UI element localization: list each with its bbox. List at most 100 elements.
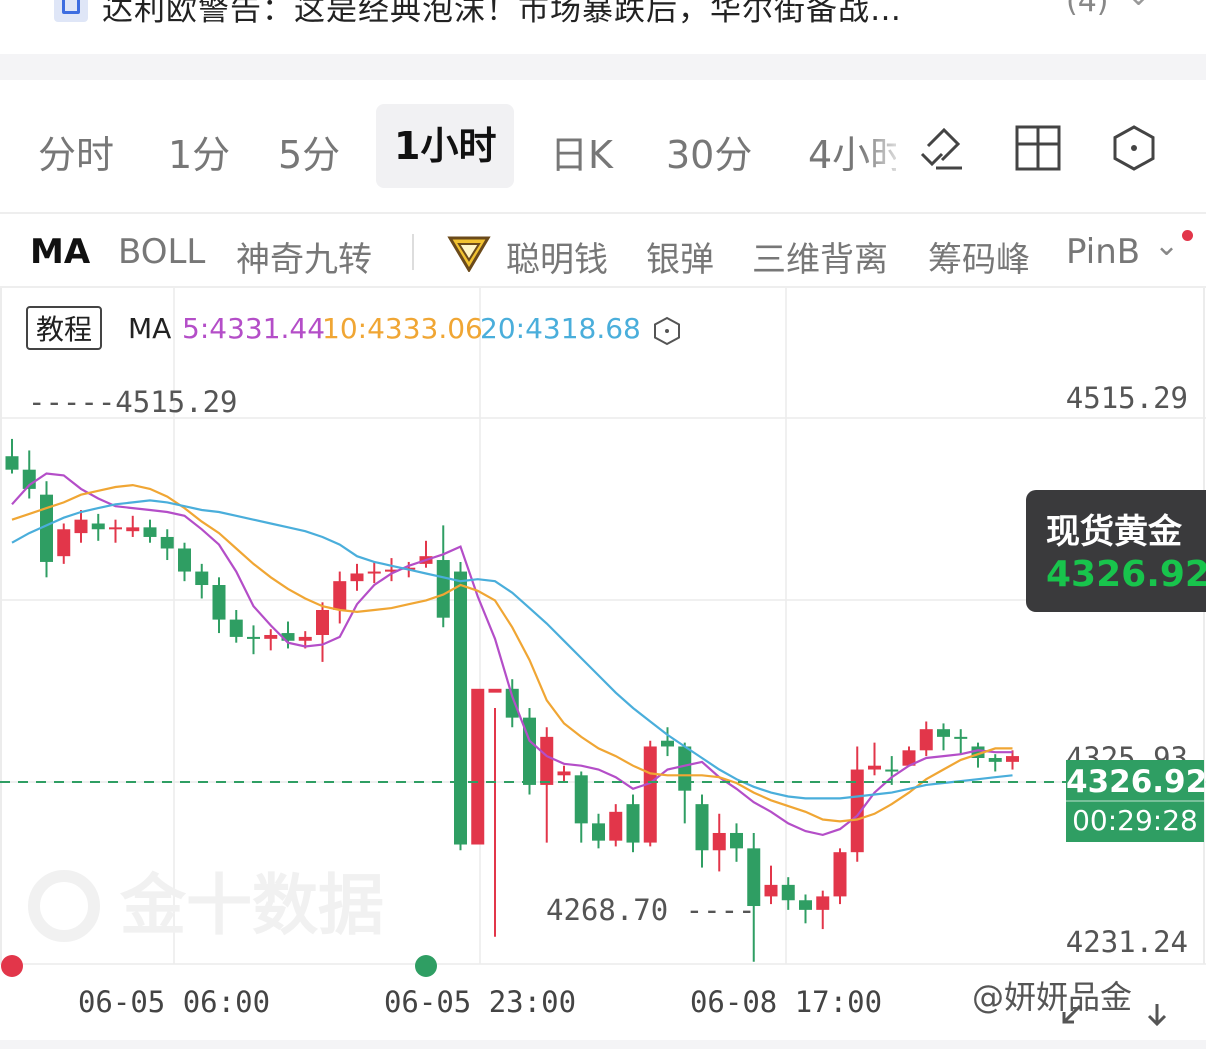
current-price-tag: 4326.92 00:29:28 [1066, 760, 1206, 842]
watermark-logo [28, 870, 100, 942]
candle-body [91, 523, 105, 530]
tab-period-30min[interactable]: 30分 [666, 124, 752, 179]
tab-ind-divergence[interactable]: 三维背离 [752, 232, 888, 281]
section-gap [0, 54, 1206, 80]
tab-ind-pinb[interactable]: PinB [1066, 232, 1144, 272]
candle-body [833, 852, 847, 897]
candle-body [781, 884, 795, 901]
candle-body [678, 746, 692, 791]
ma5-value: 5:4331.44 [182, 312, 326, 345]
candle-body [764, 884, 778, 897]
candle-body [868, 765, 881, 770]
candle-timer: 00:29:28 [1072, 804, 1198, 837]
candle-body [885, 769, 899, 772]
ma20-value: 20:4318.68 [480, 312, 641, 345]
candle-body [126, 527, 140, 532]
candle-body [609, 811, 623, 841]
candle-body [661, 740, 674, 747]
candle-body [350, 573, 364, 582]
candle-body [540, 736, 554, 785]
min-price-marker: 4268.70 ---- [546, 893, 756, 927]
spot-gold-tooltip: 现货黄金 4326.92 [1026, 490, 1206, 612]
tab-ind-smart-money[interactable]: 聪明钱 [506, 232, 608, 281]
chevron-down-icon[interactable]: ⌄ [1126, 0, 1151, 13]
tab-period-1min[interactable]: 1分 [168, 124, 230, 179]
candle-body [919, 729, 933, 751]
diamond-icon [447, 236, 491, 272]
candle-body [316, 609, 329, 635]
candle-body [367, 571, 381, 574]
candle-body [195, 571, 209, 586]
candle-body [298, 636, 312, 641]
candle-body [109, 527, 122, 530]
candle-body [57, 529, 71, 557]
candle-body [74, 519, 88, 534]
candle-body [695, 804, 709, 851]
candle-body [1006, 756, 1019, 762]
candle-body [5, 456, 19, 470]
notification-dot [1182, 230, 1193, 241]
spot-price: 4326.92 [1046, 554, 1206, 595]
news-title[interactable]: 达利欧警告：这是经典泡沫！市场暴跌后，华尔街备战… [102, 0, 902, 29]
tab-ind-boll[interactable]: BOLL [118, 232, 205, 272]
candle-body [937, 729, 950, 737]
tab-ind-silver-bullet[interactable]: 银弹 [646, 232, 714, 281]
candle-body [488, 688, 502, 693]
x-axis-tick: 06-08 17:00 [690, 985, 882, 1019]
candlestick-chart[interactable]: 金十数据4515.294325.934231.24-----4515.29426… [0, 288, 1206, 1049]
candle-body [954, 736, 968, 739]
tab-ind-chip-peak[interactable]: 筹码峰 [928, 232, 1030, 281]
ma-legend-label: MA [128, 312, 172, 345]
event-dot-red [1, 955, 23, 977]
candle-body [143, 527, 157, 537]
tab-ind-nine[interactable]: 神奇九转 [236, 232, 372, 281]
bottom-bar [0, 1040, 1206, 1049]
settings-hex-icon[interactable] [652, 316, 682, 346]
y-axis-label: 4231.24 [1066, 925, 1188, 959]
indicator-tab-bar: MA BOLL 神奇九转 聪明钱 银弹 三维背离 筹码峰 PinB ⌄ [0, 214, 1206, 288]
current-price: 4326.92 [1066, 764, 1206, 800]
news-count: (4) [1066, 0, 1109, 19]
tab-ind-ma[interactable]: MA [30, 232, 90, 272]
candle-body [454, 571, 467, 845]
divider [412, 234, 414, 270]
candle-body [264, 634, 278, 639]
ma10-value: 10:4333.06 [322, 312, 483, 345]
x-axis-tick: 06-05 23:00 [384, 985, 576, 1019]
candle-body [178, 548, 191, 572]
candle-body [799, 900, 812, 910]
spot-title: 现货黄金 [1046, 512, 1182, 552]
event-dot-green [415, 955, 437, 977]
x-axis-tick: 06-05 06:00 [78, 985, 270, 1019]
watermark: 金十数据 [119, 867, 384, 944]
candle-body [988, 758, 1002, 762]
candle-body [592, 823, 605, 841]
tab-period-1hour[interactable]: 1小时 [376, 104, 515, 188]
tab-fade [860, 110, 910, 190]
tab-period-5min[interactable]: 5分 [278, 124, 340, 179]
max-price-marker: -----4515.29 [28, 385, 238, 419]
candle-body [730, 832, 743, 849]
candle-body [333, 581, 347, 610]
candle-body [471, 688, 485, 845]
tab-period-timeshare[interactable]: 分时 [38, 124, 114, 179]
candle-body [643, 746, 657, 843]
divider [1066, 800, 1204, 802]
news-ticker[interactable]: 达利欧警告：这是经典泡沫！市场暴跌后，华尔街备战… (4) ⌄ [0, 0, 1206, 50]
scroll-down-icon[interactable] [1142, 1000, 1172, 1030]
chart-area[interactable]: 金十数据 4515.29 4325.93 4231.24 -----4515.29 426… [0, 288, 1206, 1049]
candle-body [712, 832, 726, 851]
candle-body [436, 560, 450, 618]
layout-grid-icon[interactable] [1014, 124, 1062, 172]
tab-period-day[interactable]: 日K [550, 124, 613, 179]
candle-body [247, 636, 260, 639]
news-doc-icon [54, 0, 88, 22]
collapse-icon[interactable] [1056, 1000, 1086, 1030]
candle-body [557, 771, 571, 776]
draw-tool-icon[interactable] [918, 124, 966, 172]
settings-hex-icon[interactable] [1110, 124, 1158, 172]
tutorial-button[interactable]: 教程 [26, 306, 102, 350]
candle-body [160, 536, 174, 549]
chevron-down-icon[interactable]: ⌄ [1154, 228, 1179, 263]
candle-body [212, 585, 226, 620]
